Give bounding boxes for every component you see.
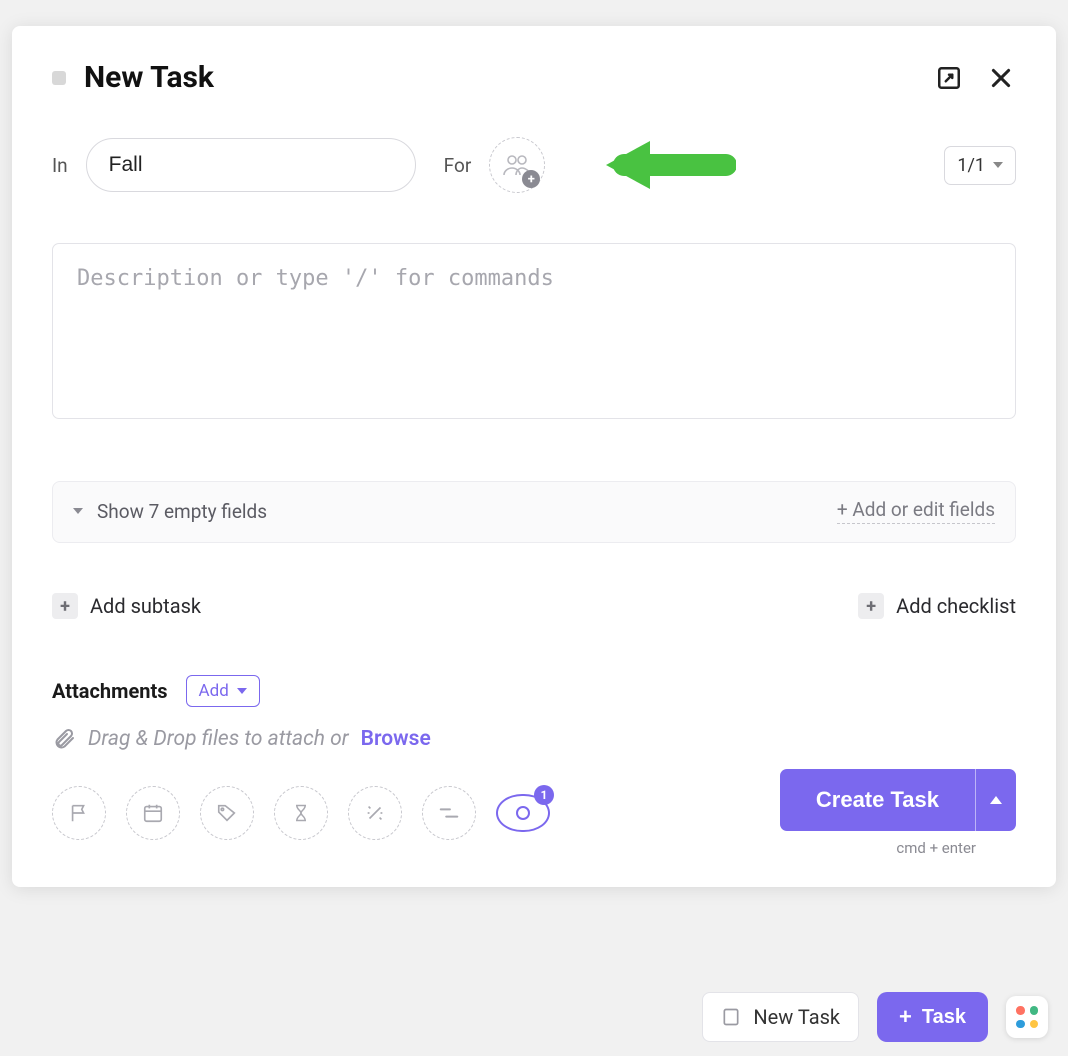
chevron-up-icon [990,796,1002,804]
subtasks-row: + Add subtask + Add checklist [52,593,1016,619]
flag-icon [68,802,90,824]
minimized-task-chip[interactable]: New Task [702,992,859,1042]
add-subtask-button[interactable]: + Add subtask [52,593,201,619]
show-empty-fields-toggle[interactable]: Show 7 empty fields [73,500,267,523]
due-date-picker[interactable] [126,786,180,840]
create-task-dropdown[interactable] [975,769,1016,831]
attachments-add-button[interactable]: Add [186,675,260,707]
assignee-picker[interactable]: + [489,137,545,193]
status-color-dot[interactable] [52,71,66,85]
new-task-button[interactable]: + Task [877,992,988,1042]
bottom-toolbar: 1 Create Task cmd + enter [52,769,1016,857]
watchers-button[interactable]: 1 [496,794,550,832]
attachments-header: Attachments Add [52,675,1016,707]
hourglass-icon [291,802,311,824]
attachments-dropzone[interactable]: Drag & Drop files to attach or Browse [52,727,1016,751]
dragdrop-text: Drag & Drop files to attach or [88,727,349,751]
calendar-icon [142,802,164,824]
location-row: In For + 1/1 [52,137,1016,193]
plus-icon: + [52,593,78,619]
note-icon [721,1007,741,1027]
app-launcher-button[interactable] [1006,996,1048,1038]
browse-link[interactable]: Browse [361,727,431,751]
show-empty-fields-label: Show 7 empty fields [97,500,267,523]
priority-picker[interactable] [52,786,106,840]
callout-arrow-icon [606,135,736,195]
create-task-button[interactable]: Create Task [780,769,975,831]
plus-icon: + [899,1004,912,1030]
modal-title: New Task [84,60,214,95]
attachments-label: Attachments [52,679,168,703]
for-label: For [444,154,472,177]
chevron-down-icon [237,688,247,694]
minimized-task-label: New Task [753,1005,840,1029]
list-location-input[interactable] [86,138,416,192]
shortcut-hint: cmd + enter [896,839,976,857]
modal-header: New Task [52,60,1016,95]
task-count-value: 1/1 [957,155,985,176]
sprint-points-picker[interactable] [348,786,402,840]
dependencies-picker[interactable] [422,786,476,840]
add-checklist-button[interactable]: + Add checklist [858,593,1016,619]
plus-icon: + [858,593,884,619]
chevron-down-icon [993,162,1003,168]
time-estimate-picker[interactable] [274,786,328,840]
task-count-dropdown[interactable]: 1/1 [944,146,1016,185]
tags-picker[interactable] [200,786,254,840]
footer-tray: New Task + Task [702,992,1048,1042]
chevron-down-icon [73,508,83,514]
watchers-count-badge: 1 [534,785,554,805]
add-assignee-plus-icon: + [522,170,540,188]
new-task-label: Task [922,1006,966,1029]
add-checklist-label: Add checklist [896,594,1016,618]
sparkle-icon [364,802,386,824]
attachments-add-label: Add [199,681,229,701]
add-edit-fields-link[interactable]: + Add or edit fields [837,498,995,524]
new-task-modal: New Task In For [12,26,1056,887]
expand-icon[interactable] [934,63,964,93]
add-subtask-label: Add subtask [90,594,201,618]
tag-icon [216,802,238,824]
description-input[interactable] [52,243,1016,419]
close-icon[interactable] [986,63,1016,93]
paperclip-icon [52,727,76,751]
dependency-icon [438,804,460,822]
custom-fields-bar: Show 7 empty fields + Add or edit fields [52,481,1016,543]
in-label: In [52,154,68,177]
